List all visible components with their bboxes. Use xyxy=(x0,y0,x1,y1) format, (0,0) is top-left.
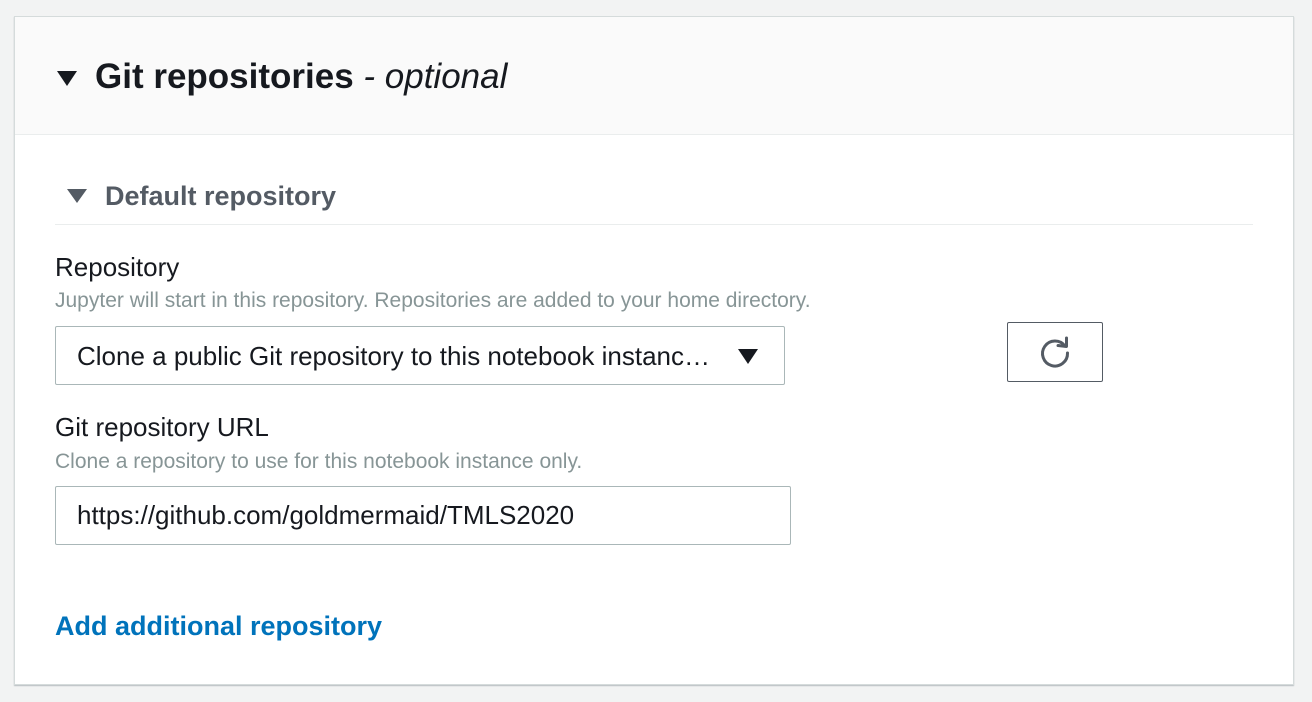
git-repositories-panel: Git repositories - optional Default repo… xyxy=(14,16,1294,685)
refresh-icon xyxy=(1041,336,1070,368)
optional-label: - optional xyxy=(353,57,508,96)
default-repository-toggle[interactable]: Default repository xyxy=(55,167,1253,225)
git-url-input[interactable] xyxy=(55,486,791,545)
section-title-text: Git repositories xyxy=(95,57,354,96)
caret-down-icon[interactable] xyxy=(57,71,77,86)
repository-description: Jupyter will start in this repository. R… xyxy=(55,289,811,312)
git-url-description: Clone a repository to use for this noteb… xyxy=(55,450,583,473)
git-repositories-header[interactable]: Git repositories - optional xyxy=(15,17,1293,135)
git-url-label: Git repository URL xyxy=(55,412,269,442)
caret-down-icon xyxy=(738,349,758,364)
repository-select[interactable]: Clone a public Git repository to this no… xyxy=(55,326,785,385)
add-additional-repository-link[interactable]: Add additional repository xyxy=(55,609,382,643)
repository-label: Repository xyxy=(55,252,180,282)
caret-down-icon[interactable] xyxy=(67,189,87,203)
section-title: Git repositories - optional xyxy=(95,55,507,99)
repository-select-value: Clone a public Git repository to this no… xyxy=(77,341,717,371)
default-repository-title: Default repository xyxy=(105,181,337,211)
refresh-button[interactable] xyxy=(1007,322,1103,382)
